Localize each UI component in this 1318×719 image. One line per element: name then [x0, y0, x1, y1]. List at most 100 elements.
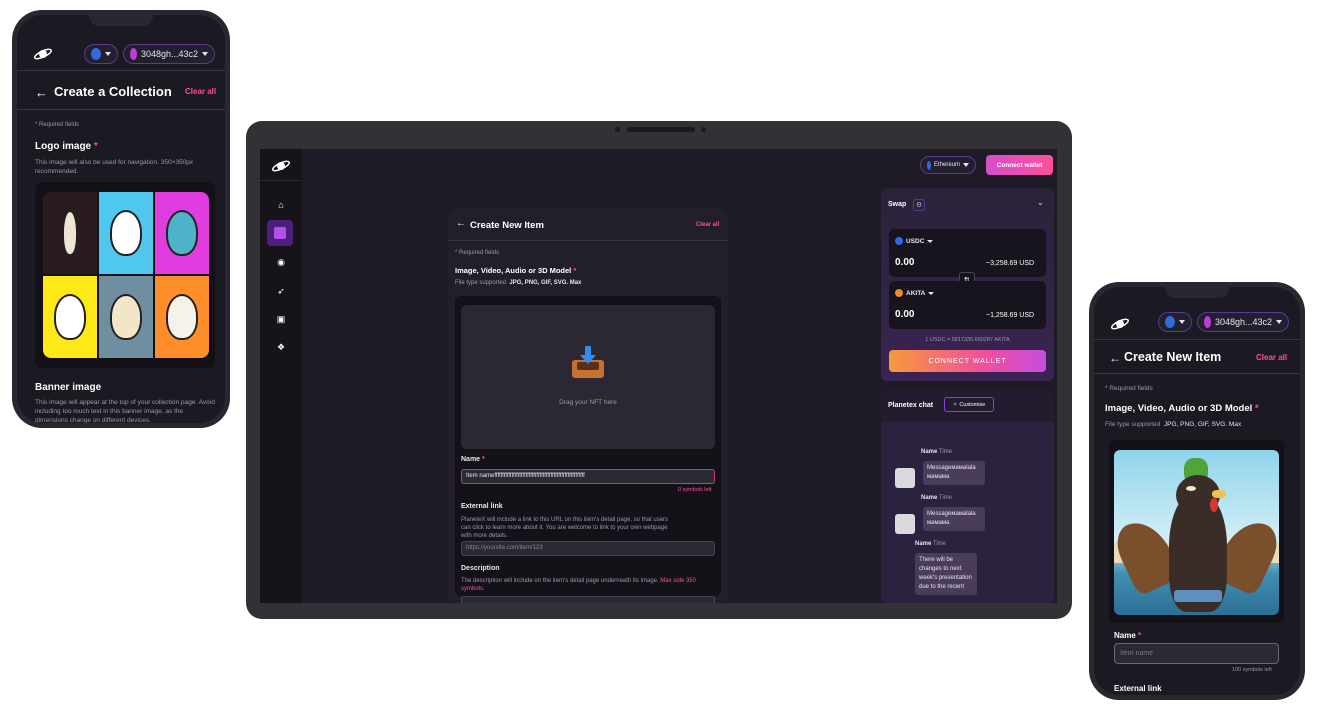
item-name-input[interactable]: Item name — [1114, 643, 1279, 664]
name-label: Name * — [461, 456, 485, 463]
page-title: Create New Item — [1124, 350, 1222, 364]
collection-icon[interactable]: ◉ — [273, 254, 289, 270]
phone-create-item: 3048gh...43c2 ← Create New Item Clear al… — [1089, 282, 1305, 700]
network-selector[interactable]: Ethereum — [920, 156, 976, 174]
back-arrow-icon[interactable]: ← — [456, 218, 466, 229]
sidebar-item-create[interactable] — [267, 220, 293, 246]
info-icon[interactable]: ▣ — [273, 311, 289, 327]
user-avatar-icon — [1204, 316, 1211, 328]
chat-message-3-header: Name Time — [915, 541, 947, 547]
to-usd-value: ~1,258.69 USD — [986, 312, 1035, 319]
back-arrow-icon[interactable]: ← — [1109, 351, 1121, 365]
network-selector[interactable] — [1158, 312, 1192, 332]
planet-logo-icon — [1110, 318, 1130, 330]
divider — [17, 70, 225, 71]
laptop-camera-bar — [627, 127, 695, 132]
from-token-selector[interactable]: USDC — [895, 237, 934, 245]
rooster-belt — [1174, 590, 1222, 602]
wallet-selector[interactable]: 3048gh...43c2 — [123, 44, 215, 64]
create-icon — [274, 227, 286, 239]
laptop-screen: ⌂ ◉ ➶ ▣ ❖ Ethereum Connect wallet ← Crea… — [260, 149, 1057, 603]
sidebar: ⌂ ◉ ➶ ▣ ❖ — [260, 149, 302, 603]
back-arrow-icon[interactable]: ← — [35, 85, 48, 100]
swap-panel: Swap ⚙ ⌄ USDC 0.00 ~3,258.69 USD ⇅ AKITA… — [881, 188, 1054, 381]
page-title: Create a Collection — [54, 84, 172, 99]
description-input[interactable] — [461, 596, 715, 603]
avatar — [895, 514, 915, 534]
laptop-frame: ⌂ ◉ ➶ ▣ ❖ Ethereum Connect wallet ← Crea… — [246, 121, 1072, 619]
rooster-wattle — [1210, 498, 1218, 512]
symbols-left-counter: 100 symbols left — [1232, 667, 1272, 673]
name-label: Name * — [1114, 631, 1142, 640]
to-amount[interactable]: 0.00 — [895, 309, 914, 320]
apps-icon[interactable]: ❖ — [273, 339, 289, 355]
sensor-icon — [701, 127, 706, 132]
divider — [1094, 339, 1300, 340]
clear-all-button[interactable]: Clear all — [185, 87, 216, 96]
divider — [17, 109, 225, 110]
logo-image-preview — [43, 192, 209, 358]
item-name-input[interactable]: Item namefffffffffffffffffffffffffffffff… — [461, 469, 715, 484]
planet-logo-icon — [33, 48, 53, 60]
rocket-icon[interactable]: ➶ — [273, 283, 289, 299]
phone-create-collection: 3048gh...43c2 ← Create a Collection Clea… — [12, 10, 230, 428]
home-icon[interactable]: ⌂ — [273, 197, 289, 213]
banner-image-description: This image will appear at the top of you… — [35, 399, 215, 423]
collection-thumb — [99, 276, 153, 358]
external-link-input[interactable]: https://yoursite.com/item/123 — [461, 541, 715, 556]
form-title: Create New Item — [470, 220, 544, 231]
nft-preview-image — [1114, 450, 1279, 615]
to-token-box[interactable]: AKITA 0.00 ~1,258.69 USD — [889, 281, 1046, 329]
akita-icon — [895, 289, 903, 297]
swap-connect-wallet-button[interactable]: CONNECT WALLET — [889, 350, 1046, 372]
clear-all-button[interactable]: Clear all — [1256, 353, 1287, 362]
network-selector[interactable] — [84, 44, 118, 64]
customise-button[interactable]: ✧ Customise — [944, 397, 994, 412]
phone-notch — [1165, 287, 1229, 298]
required-note: * Required fields — [35, 122, 80, 128]
settings-gear-icon[interactable]: ⚙ — [913, 199, 925, 211]
chat-message-1: Messageмамаlala мамама — [923, 461, 985, 485]
to-token-selector[interactable]: AKITA — [895, 289, 935, 297]
wallet-selector[interactable]: 3048gh...43c2 — [1197, 312, 1289, 332]
from-amount[interactable]: 0.00 — [895, 257, 914, 268]
ethereum-icon — [91, 48, 101, 60]
from-token-box[interactable]: USDC 0.00 ~3,258.69 USD — [889, 229, 1046, 277]
chevron-down-icon[interactable]: ⌄ — [1037, 198, 1044, 207]
required-note: * Required fields — [1105, 385, 1153, 392]
rooster-beak — [1212, 490, 1226, 498]
collection-thumb — [43, 192, 97, 274]
collection-thumb — [155, 192, 209, 274]
chat-message-3: There will be changes to next week's pre… — [915, 553, 977, 595]
banner-image-label: Banner image — [35, 382, 102, 393]
rooster-eye — [1186, 486, 1196, 491]
media-label: Image, Video, Audio or 3D Model * — [1105, 403, 1259, 414]
exchange-rate: 1 USDC = 5817335.660287 AKITA — [925, 337, 1010, 343]
swap-title: Swap — [888, 201, 907, 208]
divider — [260, 180, 302, 181]
logo-image-label: Logo image * — [35, 141, 98, 152]
phone-screen: 3048gh...43c2 ← Create a Collection Clea… — [17, 15, 225, 423]
external-link-description: PlanetеX will include a link to this URL… — [461, 517, 669, 539]
planet-logo-icon — [271, 160, 291, 172]
file-types: File type supported JPG, PNG, GIF, SVG. … — [1105, 421, 1242, 428]
download-tray-icon — [572, 346, 604, 378]
clear-all-button[interactable]: Clear all — [696, 222, 719, 228]
usdc-icon — [895, 237, 903, 245]
user-avatar-icon — [130, 48, 137, 60]
collection-thumb — [99, 192, 153, 274]
camera-icon — [615, 127, 620, 132]
chevron-down-icon — [963, 163, 969, 167]
network-name: Ethereum — [933, 162, 960, 168]
chevron-down-icon — [1276, 320, 1282, 324]
ethereum-icon — [927, 160, 931, 170]
chat-title: Planetex chat — [888, 402, 934, 409]
wallet-address: 3048gh...43c2 — [1214, 317, 1272, 327]
connect-wallet-button[interactable]: Connect wallet — [986, 155, 1053, 175]
collection-thumb — [155, 276, 209, 358]
create-item-card: ← Create New Item Clear all * Required f… — [448, 208, 728, 603]
chat-panel: Planetex chat ✧ Customise Name Time Messa… — [881, 390, 1054, 603]
phone-screen: 3048gh...43c2 ← Create New Item Clear al… — [1094, 287, 1300, 695]
external-link-label: External link — [461, 503, 503, 510]
description-label: Description — [461, 565, 500, 572]
